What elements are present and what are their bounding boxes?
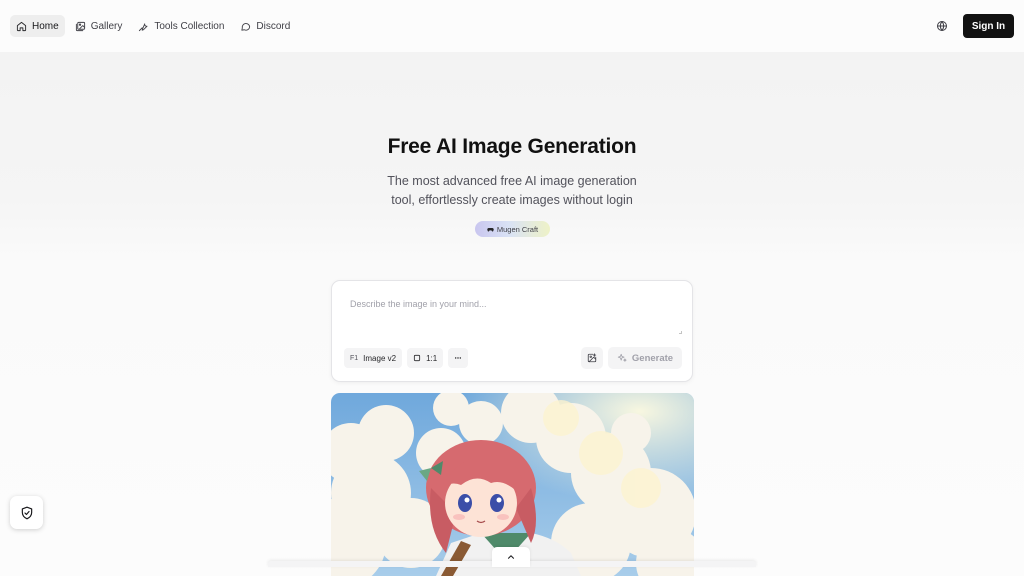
gallery-icon <box>75 21 85 31</box>
nav-item-label: Tools Collection <box>154 20 225 32</box>
nav-item-tools-collection[interactable]: Tools Collection <box>132 15 230 37</box>
drawer-toggle-button[interactable] <box>492 547 530 567</box>
square-icon <box>413 354 421 362</box>
top-navbar: Home Gallery Tools Collection Discord Si… <box>0 0 1024 52</box>
tools-icon <box>139 22 148 31</box>
generate-button[interactable]: Generate <box>608 347 682 369</box>
more-horizontal-icon <box>455 357 462 359</box>
hero-subtitle-line-2: tool, effortlessly create images without… <box>391 193 633 207</box>
nav-item-label: Discord <box>256 20 291 32</box>
mugen-craft-badge[interactable]: Mugen Craft <box>475 221 550 237</box>
shield-check-icon <box>21 506 32 519</box>
nav-item-discord[interactable]: Discord <box>234 15 296 37</box>
sign-in-button[interactable]: Sign In <box>963 14 1014 38</box>
nav-actions: Sign In <box>931 14 1014 38</box>
chevron-up-icon <box>507 555 515 559</box>
nav-item-gallery[interactable]: Gallery <box>69 15 129 37</box>
sparkles-icon <box>617 353 627 362</box>
prompt-actions: Generate <box>581 347 682 369</box>
hero-subtitle: The most advanced free AI image generati… <box>0 172 1024 210</box>
page-title: Free AI Image Generation <box>387 135 637 158</box>
prompt-card: F1 Image v2 1:1 Generate <box>331 280 693 382</box>
nav-links: Home Gallery Tools Collection Discord <box>10 15 296 37</box>
textarea-resize-handle[interactable] <box>679 331 682 334</box>
model-selector[interactable]: F1 Image v2 <box>344 348 403 368</box>
chat-bubble-icon <box>241 22 251 31</box>
home-icon <box>16 21 27 31</box>
aspect-ratio-selector[interactable]: 1:1 <box>407 348 444 368</box>
image-upload-icon <box>587 353 597 363</box>
generate-label: Generate <box>631 352 674 364</box>
model-label: Image v2 <box>363 353 397 363</box>
language-button[interactable] <box>931 15 953 37</box>
globe-icon <box>937 21 947 31</box>
privacy-shield-button[interactable] <box>10 496 43 529</box>
nav-item-home[interactable]: Home <box>10 15 65 37</box>
model-prefix: F1 <box>350 354 359 362</box>
nav-item-label: Home <box>32 20 59 32</box>
hero-section: Free AI Image Generation The most advanc… <box>0 135 1024 210</box>
badge-label: Mugen Craft <box>496 224 539 234</box>
upload-image-button[interactable] <box>581 347 603 369</box>
more-options-button[interactable] <box>448 348 469 368</box>
nav-item-label: Gallery <box>90 20 123 32</box>
prompt-options: F1 Image v2 1:1 <box>344 348 469 368</box>
hero-subtitle-line-1: The most advanced free AI image generati… <box>387 174 637 188</box>
aspect-ratio-label: 1:1 <box>426 353 438 363</box>
prompt-input[interactable] <box>344 295 682 335</box>
gamepad-icon <box>487 227 494 231</box>
